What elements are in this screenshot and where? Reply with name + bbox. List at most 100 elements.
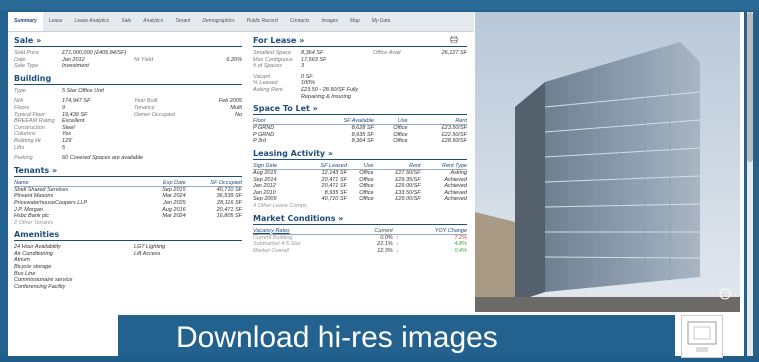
row-label-2 — [134, 118, 189, 125]
table-row: Jan 2012 20,471 SF Office £29.00/SF Achieved — [253, 183, 467, 190]
row-value-2: 6.20% — [226, 56, 242, 63]
floor-plan-thumbnail[interactable] — [681, 315, 723, 358]
tab-analytics[interactable]: Analytics — [137, 12, 169, 31]
row-value: Jan 2012 — [62, 56, 85, 63]
market-current: 0.0% — [380, 234, 393, 241]
arrow-up-icon: ↑ — [395, 234, 399, 241]
row-label: Vacant — [253, 73, 270, 80]
row-value: Yes — [62, 131, 72, 138]
market-table: Vacancy Rates Current YOY Change Current… — [253, 227, 467, 255]
table-row: Aug 2015 12,143 SF Office £27.50/SF Asking — [253, 169, 467, 176]
row-label-2 — [134, 131, 189, 138]
amenity-item: Atrium — [14, 257, 30, 264]
info-row: # of Spaces 3 — [253, 63, 467, 70]
scrollbar[interactable] — [747, 12, 753, 356]
row-value-2: No — [234, 111, 242, 118]
row-label-2 — [134, 50, 189, 57]
building-photo[interactable] — [475, 12, 740, 312]
table-row: Jan 2010 8,935 SF Office £33.50/SF Achieved — [253, 190, 467, 197]
market-conditions-heading[interactable]: Market Conditions » — [253, 214, 467, 225]
row-value: £71,000,000 (£405.84/SF) — [62, 50, 127, 56]
table-cell[interactable]: Hsbc Bank plc — [14, 213, 144, 220]
tenants-table: Name Exp Date SF Occupied Shell Shared S… — [14, 179, 242, 220]
arrow-down-icon: ↓ — [395, 247, 399, 254]
table-cell[interactable]: Pinsent Masons — [14, 193, 144, 200]
row-label-2: Year Built — [134, 98, 158, 105]
row-value: 3 — [301, 63, 305, 70]
table-cell: Achieved — [444, 196, 467, 203]
amenities-list: 24 Hour Availability Air Conditioning Atri… — [14, 244, 242, 290]
space-to-let-heading[interactable]: Space To Let » — [253, 104, 467, 116]
table-cell: Sep 2015 — [162, 186, 186, 193]
row-value-2: 26,127 SF — [441, 50, 467, 56]
row-label-2 — [134, 63, 189, 70]
table-cell: £29.00/SF — [395, 196, 421, 203]
table-cell: Office — [359, 196, 374, 203]
tab-map[interactable]: Map — [344, 12, 366, 31]
tab-contacts[interactable]: Contacts — [284, 12, 316, 31]
tab-lease-analytics[interactable]: Lease Analytics — [68, 12, 115, 31]
info-row: Floors 9 Tenancy Multi — [14, 105, 242, 112]
left-column: Sale » Sold Price £71,000,000 (£405.84/SF… — [14, 36, 242, 290]
row-value-2 — [189, 118, 242, 125]
table-cell[interactable]: PricewaterhouseCoopers LLP — [14, 200, 144, 207]
row-label: Floors — [14, 104, 30, 111]
table-cell: Mar 2024 — [162, 193, 186, 200]
info-row: Sold Price £71,000,000 (£405.84/SF) — [14, 50, 242, 57]
info-row: Construction Steel — [14, 125, 242, 132]
for-lease-rows: Smallest Space 8,364 SF Office Avail 26,127… — [253, 50, 467, 70]
table-cell: Achieved — [444, 176, 467, 183]
market-change: 7.2% — [454, 234, 467, 241]
tab-lease[interactable]: Lease — [43, 12, 69, 31]
row-value: 174,947 SF — [62, 98, 91, 105]
other-lease-comps-link[interactable]: 4 Other Lease Comps — [253, 203, 467, 210]
amenity-item: 24 Hour Availability — [14, 244, 61, 251]
for-lease-heading[interactable]: For Lease » — [253, 36, 467, 47]
table-row: Hsbc Bank plc Mar 2024 16,805 SF — [14, 213, 242, 220]
tab-sale[interactable]: Sale — [115, 12, 137, 31]
tenants-heading[interactable]: Tenants » — [14, 166, 242, 177]
table-cell: Jan 2025 — [163, 199, 186, 206]
table-cell: Asking — [450, 169, 467, 176]
info-row: Vacant 0 SF — [253, 74, 467, 81]
market-current: 12.3% — [377, 247, 393, 254]
leasing-activity-heading[interactable]: Leasing Activity » — [253, 149, 467, 160]
row-value-2 — [189, 138, 242, 145]
building-rows: NIA 174,947 SF Year Built Feb 2005 Floors 9 Te… — [14, 98, 242, 151]
tab-my-data[interactable]: My Data — [366, 12, 397, 31]
market-row: Submarket 4-5 Star 21.1% ↓ 4.8% — [253, 241, 467, 248]
scrollbar-thumb[interactable] — [747, 12, 753, 162]
amenity-item: Conferencing Facility — [14, 283, 66, 290]
info-row: Columns Yes — [14, 131, 242, 138]
row-label-2 — [134, 125, 189, 132]
amenity-item: Commissionaire service — [14, 277, 73, 284]
table-cell: 28,116 SF — [217, 199, 242, 206]
amenity-item: LG7 Lighting — [134, 244, 166, 251]
sale-heading[interactable]: Sale » — [14, 36, 242, 47]
space-to-let-table: Floor SF Available Use Rent P GRND 8,628 … — [253, 118, 467, 145]
tab-tenant[interactable]: Tenant — [169, 12, 196, 31]
info-row: Date Jan 2012 Nt Yield 6.20% — [14, 57, 242, 64]
table-cell[interactable]: J.P. Morgan — [14, 207, 144, 214]
tab-public-record[interactable]: Public Record — [241, 12, 284, 31]
market-change: 0.4% — [454, 247, 467, 254]
tab-images[interactable]: Images — [316, 12, 344, 31]
table-cell: P 3rd — [253, 138, 266, 145]
other-tenants-link[interactable]: 2 Other Tenants — [14, 220, 242, 227]
row-label-2: Nt Yield — [134, 56, 154, 63]
table-cell: Aug 2015 — [253, 169, 277, 176]
table-cell: Jan 2012 — [253, 183, 276, 190]
table-cell[interactable]: Shell Shared Services — [14, 186, 144, 193]
parking-row: Parking 60 Covered Spaces are available — [14, 155, 144, 162]
building-type-row: Type 5 Star Office Unit — [14, 87, 104, 94]
market-name: Current Building — [253, 234, 293, 241]
tab-summary[interactable]: Summary — [8, 12, 43, 31]
row-value: £23.50 - 28.50/SF Fully Repairing & Insu… — [301, 86, 359, 100]
table-cell: 8,935 SF — [351, 131, 374, 138]
table-cell: £33.50/SF — [395, 189, 421, 196]
table-cell: 20,471 SF — [216, 206, 242, 213]
row-label: Sold Price — [14, 50, 40, 56]
table-cell: 12,143 SF — [321, 169, 347, 176]
tab-demographics[interactable]: Demographics — [196, 12, 240, 31]
download-banner[interactable]: Download hi-res images — [118, 315, 675, 356]
